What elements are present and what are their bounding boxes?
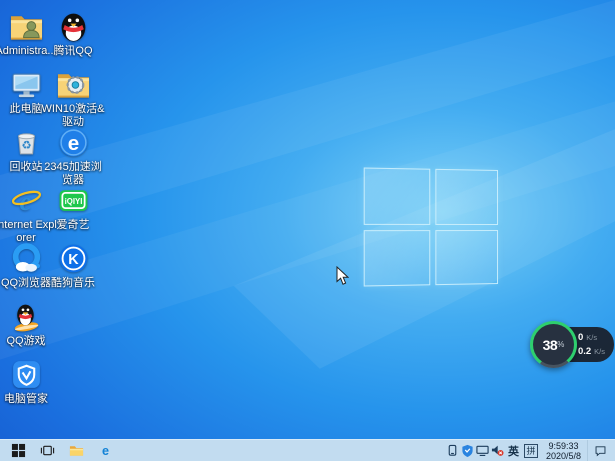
- upload-speed-unit: K/s: [586, 333, 597, 342]
- action-center-icon: [594, 444, 607, 457]
- desktop-icon-internet-explorer[interactable]: e Internet Explorer: [4, 184, 48, 245]
- ime-input-method-icon[interactable]: 拼: [524, 444, 538, 458]
- desktop-icon-label: QQ游戏: [0, 335, 58, 348]
- svg-text:iQIYI: iQIYI: [64, 197, 82, 206]
- start-icon: [11, 443, 26, 458]
- taskbar-clock[interactable]: 9:59:33 2020/5/8: [541, 441, 586, 461]
- qq-penguin-icon: [57, 10, 90, 43]
- desktop-icon-iqiyi[interactable]: iQIYI 爱奇艺: [51, 184, 95, 232]
- action-center-button[interactable]: [587, 440, 612, 461]
- windows-logo-pane: [435, 230, 498, 286]
- desktop-icon-label: 酷狗音乐: [41, 277, 105, 290]
- folder-gear-icon: [57, 68, 90, 101]
- recycle-bin-icon: ♻: [10, 126, 43, 159]
- desktop-icon-win10-activation-driver[interactable]: WIN10激活&驱动: [51, 68, 95, 129]
- tray-usb-device-icon[interactable]: [445, 440, 460, 461]
- upload-speed-value: 0: [578, 333, 583, 342]
- download-speed-unit: K/s: [594, 347, 605, 356]
- system-tray: 英 拼 9:59:33 2020/5/8: [445, 440, 615, 461]
- clock-time: 9:59:33: [546, 441, 581, 451]
- svg-text:e: e: [102, 444, 109, 458]
- tray-icons: [445, 440, 505, 461]
- computer-icon: [10, 68, 43, 101]
- download-speed-value: 0.2: [578, 347, 591, 356]
- desktop-icon-qq-games[interactable]: QQ游戏: [4, 300, 48, 348]
- taskbar-button-task-view[interactable]: [33, 440, 62, 461]
- windows-logo-wallpaper: [364, 167, 498, 286]
- usage-percent-symbol: %: [557, 340, 564, 349]
- windows-logo-pane: [435, 169, 498, 225]
- desktop-icon-kugou-music[interactable]: K 酷狗音乐: [51, 242, 95, 290]
- qq-browser-icon: [10, 242, 43, 275]
- mouse-cursor: [336, 266, 349, 286]
- speed-monitor-widget[interactable]: ▲ 0 K/s ▼ 0.2 K/s 38 %: [530, 321, 614, 369]
- qq-game-icon: [10, 300, 43, 333]
- blue-e-icon: e: [57, 126, 90, 159]
- tray-network-display-icon[interactable]: [475, 440, 490, 461]
- taskbar-button-start[interactable]: [4, 440, 33, 461]
- windows-logo-pane: [364, 230, 430, 287]
- edge-icon: e: [98, 443, 113, 458]
- usage-ring[interactable]: 38 %: [530, 321, 577, 368]
- tray-security-shield-icon[interactable]: [460, 440, 475, 461]
- desktop-icon-2345-browser[interactable]: e 2345加速浏览器: [51, 126, 95, 187]
- folder-user-icon: [10, 10, 43, 43]
- task-view-icon: [40, 443, 55, 458]
- usage-percent: 38: [543, 337, 558, 353]
- taskbar-button-browser-e[interactable]: e: [91, 440, 120, 461]
- kugou-icon: K: [57, 242, 90, 275]
- shield-icon: [10, 358, 43, 391]
- desktop-icon-label: 爱奇艺: [41, 219, 105, 232]
- taskbar-buttons: e: [0, 440, 120, 461]
- svg-text:e: e: [19, 186, 31, 216]
- tray-volume-muted-icon[interactable]: [490, 440, 505, 461]
- taskbar: e 英 拼 9:59:33 2020/5/8: [0, 439, 615, 461]
- clock-date: 2020/5/8: [546, 451, 581, 461]
- ime-language-indicator[interactable]: 英: [506, 443, 521, 459]
- svg-text:K: K: [68, 252, 79, 268]
- folder-icon: [69, 443, 84, 458]
- svg-text:e: e: [67, 132, 78, 155]
- taskbar-button-file-explorer[interactable]: [62, 440, 91, 461]
- windows-logo-pane: [364, 167, 430, 224]
- desktop-icon-label: 腾讯QQ: [41, 45, 105, 58]
- desktop-icon-pc-manager[interactable]: 电脑管家: [4, 358, 48, 406]
- ie-icon: e: [10, 184, 43, 217]
- svg-text:♻: ♻: [21, 140, 31, 152]
- desktop-icon-label: 电脑管家: [0, 393, 58, 406]
- usage-ring-inner: 38 %: [533, 324, 574, 365]
- windows-desktop: Administra... 腾讯QQ 此电脑 WIN10激活&驱动 ♻ 回收站 e 2345加…: [0, 0, 615, 461]
- desktop-icon-tencent-qq[interactable]: 腾讯QQ: [51, 10, 95, 58]
- iqiyi-icon: iQIYI: [57, 184, 90, 217]
